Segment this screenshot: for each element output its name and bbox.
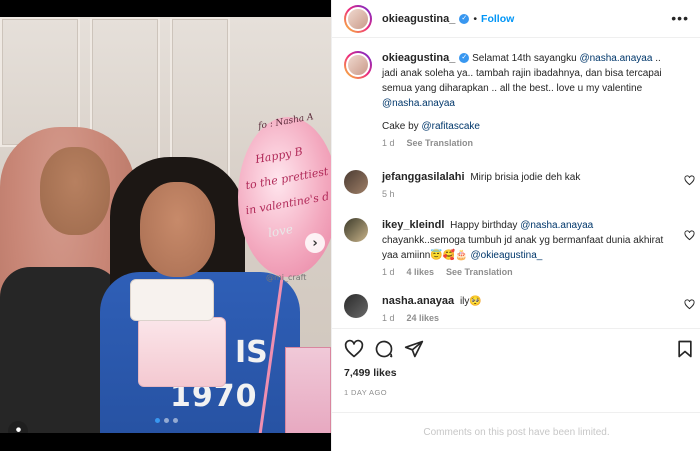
mother-face (40, 147, 110, 235)
follow-button[interactable]: Follow (481, 13, 514, 25)
comment-text: ily🥺 (459, 296, 482, 307)
girl-face (140, 182, 215, 277)
comment-time: 1 d (382, 267, 395, 277)
cake-credit-text: Cake by (382, 121, 422, 132)
caption-text: okieagustina_ ✓ Selamat 14th sayangku @na… (382, 51, 677, 111)
commenter-avatar[interactable] (344, 294, 368, 318)
more-options-icon[interactable]: ••• (671, 10, 689, 26)
sweater-print-is: IS (235, 335, 268, 370)
comment-username[interactable]: jefanggasilalahi (382, 171, 465, 183)
header-separator: • (473, 12, 478, 25)
cake-topper (130, 279, 214, 321)
comment-likes-link[interactable]: 24 likes (407, 313, 440, 323)
caption-text-1: Selamat 14th sayangku (472, 53, 580, 64)
comment-username[interactable]: nasha.anayaa (382, 295, 454, 307)
comment-meta: 1 d 4 likes See Translation (382, 265, 677, 280)
post-photo-pane: 1970 IS fo : Nasha A Happy B to the pret… (0, 0, 331, 451)
gift-box (285, 347, 331, 433)
post-photo[interactable]: 1970 IS fo : Nasha A Happy B to the pret… (0, 17, 331, 433)
comment-username[interactable]: ikey_kleindl (382, 219, 444, 231)
post-side-panel: okieagustina_ ✓ • Follow ••• okieagustin… (331, 0, 700, 451)
avatar-image (346, 53, 370, 77)
post-timestamp: 1 DAY AGO (344, 388, 387, 397)
photo-watermark: @mi_craft (266, 273, 307, 282)
author-avatar[interactable] (344, 4, 372, 33)
carousel-dots (155, 418, 178, 423)
commenter-avatar[interactable] (344, 218, 368, 242)
comments-section[interactable]: okieagustina_ ✓ Selamat 14th sayangku @na… (332, 38, 700, 328)
comment-meta: 1 d 24 likes (382, 311, 677, 326)
author-username[interactable]: okieagustina_ (382, 13, 455, 25)
like-comment-heart-icon[interactable] (684, 230, 695, 241)
caption-body: okieagustina_ ✓ Selamat 14th sayangku @na… (382, 51, 677, 151)
mention-link[interactable]: @nasha.anayaa (579, 53, 652, 64)
carousel-dot (164, 418, 169, 423)
verified-badge-icon: ✓ (459, 53, 470, 64)
cake-credit: Cake by @rafitascake (382, 119, 677, 134)
mention-link[interactable]: @rafitascake (421, 121, 480, 132)
see-translation-link[interactable]: See Translation (407, 138, 474, 148)
comment-text: Mirip brisia jodie deh kak (470, 172, 581, 183)
mention-link[interactable]: @nasha.anayaa (382, 98, 455, 109)
comment-time: 1 d (382, 313, 395, 323)
comment-body: ikey_kleindl Happy birthday @nasha.anaya… (382, 218, 677, 280)
likes-count[interactable]: 7,499 likes (344, 367, 397, 379)
like-heart-icon[interactable] (344, 339, 364, 359)
mention-link[interactable]: @okieagustina_ (471, 250, 543, 261)
share-paper-plane-icon[interactable] (404, 339, 424, 359)
user-icon (15, 426, 21, 432)
save-bookmark-icon[interactable] (675, 339, 695, 359)
caption-time: 1 d (382, 138, 395, 148)
caption-username[interactable]: okieagustina_ (382, 52, 455, 64)
post-header: okieagustina_ ✓ • Follow ••• (332, 0, 700, 38)
comment-meta: 5 h (382, 187, 677, 202)
mention-link[interactable]: @nasha.anayaa (520, 220, 593, 231)
comment-icon[interactable] (374, 339, 394, 359)
carousel-dot (155, 418, 160, 423)
comment-body: nasha.anayaa ily🥺 1 d 24 likes (382, 294, 677, 326)
birthday-cake (138, 317, 226, 387)
comment-likes-link[interactable]: 4 likes (407, 267, 435, 277)
caption-avatar[interactable] (344, 51, 372, 79)
comment-text-1: Happy birthday (450, 220, 521, 231)
next-photo-button[interactable]: › (305, 233, 325, 253)
caption-meta: 1 d See Translation (382, 136, 677, 151)
see-translation-link[interactable]: See Translation (446, 267, 513, 277)
comments-limited-notice: Comments on this post have been limited. (332, 412, 700, 451)
avatar-image (346, 6, 370, 31)
comment-body: jefanggasilalahi Mirip brisia jodie deh … (382, 170, 677, 202)
post-action-bar (332, 328, 700, 368)
like-comment-heart-icon[interactable] (684, 175, 695, 186)
commenter-avatar[interactable] (344, 170, 368, 194)
like-comment-heart-icon[interactable] (684, 299, 695, 310)
comment-time: 5 h (382, 189, 395, 199)
carousel-dot (173, 418, 178, 423)
verified-badge-icon: ✓ (459, 13, 470, 24)
